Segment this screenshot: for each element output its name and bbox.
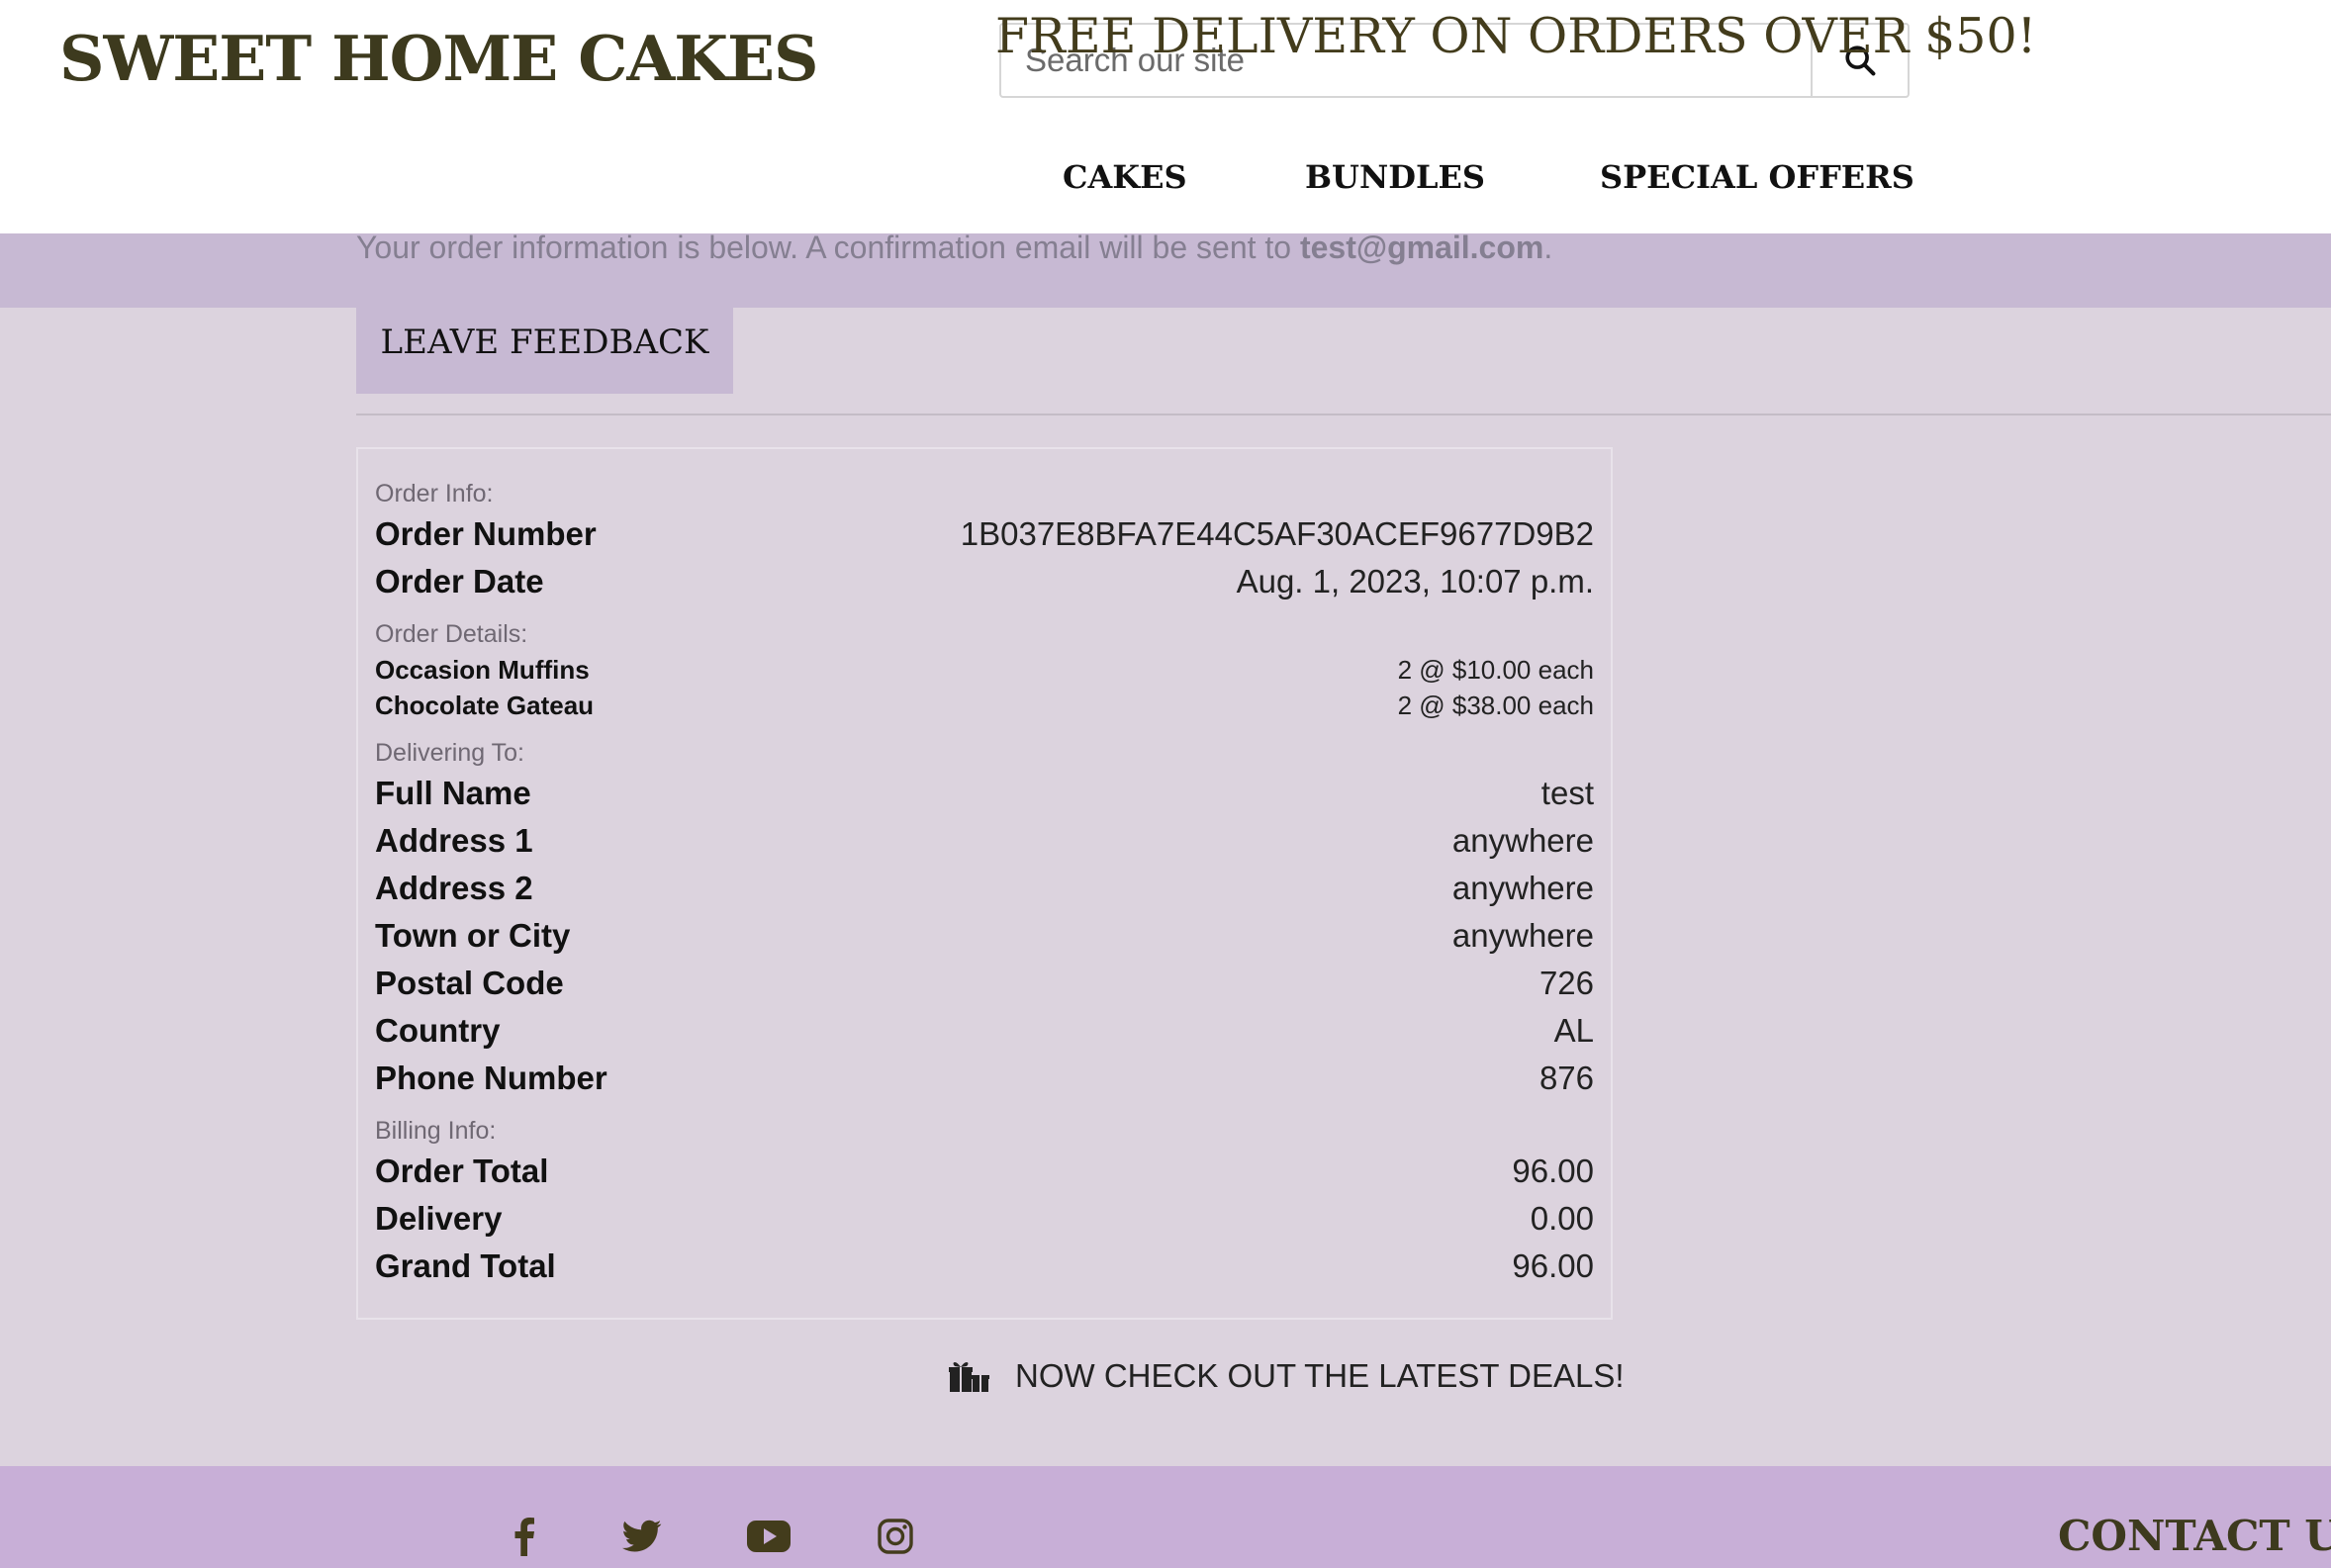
item-name: Occasion Muffins <box>375 654 590 685</box>
row-label: Country <box>375 1012 501 1049</box>
row-label: Town or City <box>375 917 571 954</box>
billing-label: Billing Info: <box>375 1117 497 1145</box>
contact-us-heading: CONTACT US <box>2058 1512 2331 1560</box>
delivery-row: Phone Number 876 <box>375 1055 1594 1102</box>
row-label: Order Date <box>375 563 544 600</box>
facebook-link[interactable] <box>500 1512 549 1561</box>
info-row: Order Date Aug. 1, 2023, 10:07 p.m. <box>375 558 1594 605</box>
billing-row: Grand Total 96.00 <box>375 1243 1594 1290</box>
facebook-icon <box>514 1518 534 1556</box>
row-label: Phone Number <box>375 1060 607 1096</box>
row-value: 726 <box>1538 965 1594 1001</box>
site-footer <box>0 1466 2331 1568</box>
instagram-link[interactable] <box>871 1512 920 1561</box>
free-delivery-text: FREE DELIVERY ON ORDERS OVER $50! <box>995 8 2037 64</box>
row-label: Grand Total <box>375 1247 556 1284</box>
delivering-label: Delivering To: <box>375 739 525 767</box>
main-nav: CAKES BUNDLES SPECIAL OFFERS <box>0 158 2331 198</box>
delivery-row: Address 2 anywhere <box>375 865 1594 912</box>
billing-row: Delivery 0.00 <box>375 1195 1594 1243</box>
billing-row: Order Total 96.00 <box>375 1148 1594 1195</box>
row-value: 96.00 <box>1512 1153 1594 1189</box>
youtube-link[interactable] <box>744 1512 793 1561</box>
row-value: 0.00 <box>1530 1200 1594 1237</box>
latest-deals-link[interactable]: NOW CHECK OUT THE LATEST DEALS! <box>948 1351 1625 1401</box>
row-value: 96.00 <box>1512 1247 1594 1284</box>
divider <box>356 414 2331 415</box>
delivery-row: Country AL <box>375 1007 1594 1055</box>
youtube-icon <box>747 1521 791 1552</box>
twitter-icon <box>622 1520 662 1552</box>
order-info-label: Order Info: <box>375 480 494 507</box>
gifts-icon <box>949 1361 989 1392</box>
row-value: 876 <box>1538 1060 1594 1096</box>
item-name: Chocolate Gateau <box>375 690 595 720</box>
item-qty-price: 2 @ $38.00 each <box>1397 690 1594 720</box>
leave-feedback-button[interactable]: LEAVE FEEDBACK <box>356 291 733 394</box>
row-value: anywhere <box>1451 822 1594 859</box>
row-label: Postal Code <box>375 965 564 1001</box>
order-summary-card: Order Info: Order Number 1B037E8BFA7E44C… <box>356 447 1613 1320</box>
item-row: Chocolate Gateau 2 @ $38.00 each <box>375 687 1594 724</box>
row-value: test <box>1540 775 1594 811</box>
row-value: Aug. 1, 2023, 10:07 p.m. <box>1236 563 1594 600</box>
row-value: AL <box>1553 1012 1594 1049</box>
item-row: Occasion Muffins 2 @ $10.00 each <box>375 651 1594 689</box>
confirmation-email: test@gmail.com <box>1299 230 1544 265</box>
nav-cakes[interactable]: CAKES <box>1063 158 1187 196</box>
row-label: Full Name <box>375 775 531 811</box>
instagram-icon <box>878 1519 913 1554</box>
twitter-link[interactable] <box>617 1512 667 1561</box>
row-value: 1B037E8BFA7E44C5AF30ACEF9677D9B2 <box>960 515 1594 552</box>
delivery-row: Town or City anywhere <box>375 912 1594 960</box>
confirmation-message: Your order information is below. A confi… <box>356 230 1552 266</box>
order-details-label: Order Details: <box>375 620 528 648</box>
site-logo[interactable]: SWEET HOME CAKES <box>59 22 818 95</box>
row-value: anywhere <box>1451 870 1594 906</box>
confirmation-end: . <box>1543 230 1553 265</box>
row-value: anywhere <box>1451 917 1594 954</box>
delivery-row: Full Name test <box>375 770 1594 817</box>
row-label: Order Number <box>375 515 597 552</box>
row-label: Delivery <box>375 1200 503 1237</box>
confirmation-text: Your order information is below. A confi… <box>356 230 1292 265</box>
row-label: Address 1 <box>375 822 533 859</box>
row-label: Address 2 <box>375 870 533 906</box>
delivery-row: Address 1 anywhere <box>375 817 1594 865</box>
item-qty-price: 2 @ $10.00 each <box>1397 654 1594 685</box>
latest-deals-text: NOW CHECK OUT THE LATEST DEALS! <box>1015 1357 1625 1394</box>
delivery-row: Postal Code 726 <box>375 960 1594 1007</box>
row-label: Order Total <box>375 1153 549 1189</box>
nav-bundles[interactable]: BUNDLES <box>1305 158 1485 196</box>
info-row: Order Number 1B037E8BFA7E44C5AF30ACEF967… <box>375 510 1594 558</box>
nav-special-offers[interactable]: SPECIAL OFFERS <box>1600 158 1914 196</box>
